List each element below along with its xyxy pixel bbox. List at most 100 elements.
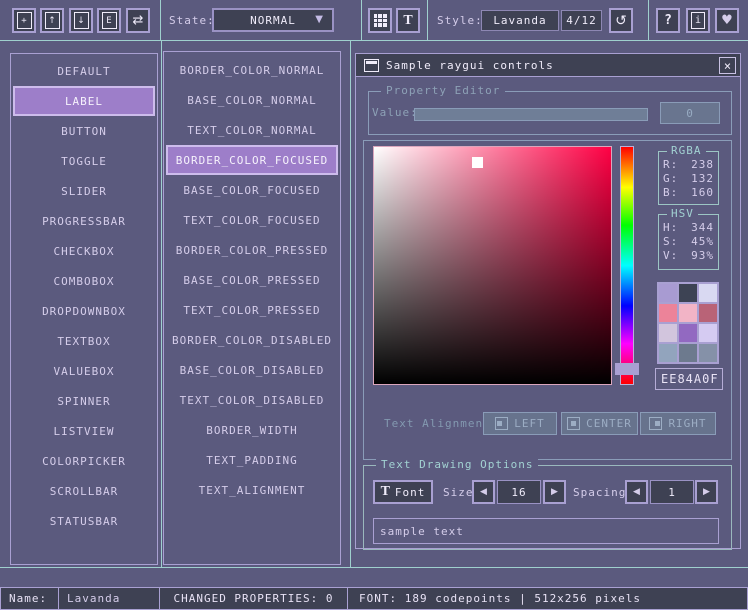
control-item-progressbar[interactable]: PROGRESSBAR [11,206,157,236]
control-item-dropdownbox[interactable]: DROPDOWNBOX [11,296,157,326]
r-label: R: [663,158,678,172]
spacing-increase-button[interactable]: ▶ [695,480,718,504]
size-valuebox[interactable]: 16 [497,480,541,504]
save-file-button[interactable]: ↓ [69,8,93,33]
spacing-valuebox[interactable]: 1 [650,480,694,504]
font-info-text: FONT: 189 codepoints | 512x256 pixels [359,592,641,605]
property-item[interactable]: TEXT_COLOR_DISABLED [164,385,340,415]
hue-slider-handle[interactable] [615,363,639,375]
control-item-scrollbar[interactable]: SCROLLBAR [11,476,157,506]
control-item-spinner[interactable]: SPINNER [11,386,157,416]
property-item[interactable]: TEXT_COLOR_PRESSED [164,295,340,325]
value-slider[interactable] [414,108,648,121]
align-left-button[interactable]: LEFT [483,412,557,435]
color-swatch[interactable] [679,344,697,362]
property-item-selected[interactable]: BORDER_COLOR_FOCUSED [166,145,338,175]
about-button[interactable]: i [686,8,710,33]
color-swatch[interactable] [699,304,717,322]
style-name-selector[interactable]: Lavanda [481,10,559,31]
control-item-label[interactable]: LABEL [13,86,155,116]
property-item[interactable]: BASE_COLOR_PRESSED [164,265,340,295]
color-swatch[interactable] [679,284,697,302]
style-name-textbox[interactable]: Lavanda [58,587,160,610]
control-item-slider[interactable]: SLIDER [11,176,157,206]
h-value: 344 [691,221,714,235]
property-item[interactable]: BASE_COLOR_DISABLED [164,355,340,385]
align-center-icon [567,417,580,430]
open-file-button[interactable]: ↑ [40,8,64,33]
control-item-button[interactable]: BUTTON [11,116,157,146]
sample-textbox[interactable]: sample text [373,518,719,544]
state-value: NORMAL [250,14,296,27]
window-titlebar[interactable]: Sample raygui controls × [356,54,740,77]
s-value: 45% [691,235,714,249]
export-file-button[interactable]: E [97,8,121,33]
style-label: Style: [437,0,483,41]
property-item[interactable]: BORDER_COLOR_NORMAL [164,55,340,85]
v-value: 93% [691,249,714,263]
control-item-toggle[interactable]: TOGGLE [11,146,157,176]
arrow-right-icon: ▶ [551,487,558,497]
toolbar-separator [160,0,161,41]
control-item-valuebox[interactable]: VALUEBOX [11,356,157,386]
align-left-label: LEFT [514,417,545,430]
color-picker-panel[interactable] [373,146,612,385]
info-icon: i [691,12,705,29]
hue-bar[interactable] [620,146,634,385]
control-item-statusbar[interactable]: STATUSBAR [11,506,157,536]
color-swatch[interactable] [659,304,677,322]
close-icon[interactable]: × [719,57,736,74]
align-center-button[interactable]: CENTER [561,412,638,435]
hex-color-textbox[interactable]: EE84A0F [655,368,723,390]
control-item-listview[interactable]: LISTVIEW [11,416,157,446]
property-item[interactable]: TEXT_ALIGNMENT [164,475,340,505]
font-info-statusbar: FONT: 189 codepoints | 512x256 pixels [347,587,748,610]
window-icon [364,59,379,72]
reload-style-button[interactable]: ↺ [609,8,633,33]
control-item-default[interactable]: DEFAULT [11,56,157,86]
property-item[interactable]: TEXT_PADDING [164,445,340,475]
color-swatch[interactable] [699,324,717,342]
property-item[interactable]: TEXT_COLOR_NORMAL [164,115,340,145]
property-item[interactable]: BORDER_COLOR_DISABLED [164,325,340,355]
h-label: H: [663,221,678,235]
panel-separator [350,41,351,567]
name-label: Name: [9,592,47,605]
help-button[interactable]: ? [656,8,680,33]
value-valuebox[interactable]: 0 [660,102,720,124]
font-button[interactable]: T Font [373,480,433,504]
property-item[interactable]: TEXT_COLOR_FOCUSED [164,205,340,235]
state-dropdown[interactable]: NORMAL ▼ [212,8,334,32]
sample-controls-window: Sample raygui controls × Property Editor… [355,53,741,549]
new-file-button[interactable]: + [12,8,36,33]
size-increase-button[interactable]: ▶ [543,480,566,504]
color-swatch[interactable] [679,324,697,342]
color-swatches [657,282,719,364]
align-right-button[interactable]: RIGHT [640,412,716,435]
align-left-icon [495,417,508,430]
color-swatch[interactable] [699,284,717,302]
color-swatch[interactable] [699,344,717,362]
control-item-combobox[interactable]: COMBOBOX [11,266,157,296]
control-item-textbox[interactable]: TEXTBOX [11,326,157,356]
hsv-group: HSV H:344 S:45% V:93% [658,214,719,270]
size-decrease-button[interactable]: ◀ [472,480,495,504]
color-swatch[interactable] [659,324,677,342]
sponsor-button[interactable]: ♥ [715,8,739,33]
property-item[interactable]: BORDER_WIDTH [164,415,340,445]
color-swatch[interactable] [679,304,697,322]
control-item-colorpicker[interactable]: COLORPICKER [11,446,157,476]
style-index-box: 4/12 [561,10,602,31]
color-picker-cursor[interactable] [472,157,483,168]
random-style-button[interactable]: ⇄ [126,8,150,33]
spacing-decrease-button[interactable]: ◀ [625,480,648,504]
color-swatch[interactable] [659,344,677,362]
style-table-button[interactable] [368,8,392,33]
property-item[interactable]: BASE_COLOR_FOCUSED [164,175,340,205]
control-item-checkbox[interactable]: CHECKBOX [11,236,157,266]
property-item[interactable]: BORDER_COLOR_PRESSED [164,235,340,265]
color-swatch[interactable] [659,284,677,302]
value-label: Value: [372,102,418,123]
property-item[interactable]: BASE_COLOR_NORMAL [164,85,340,115]
font-atlas-button[interactable]: T [396,8,420,33]
